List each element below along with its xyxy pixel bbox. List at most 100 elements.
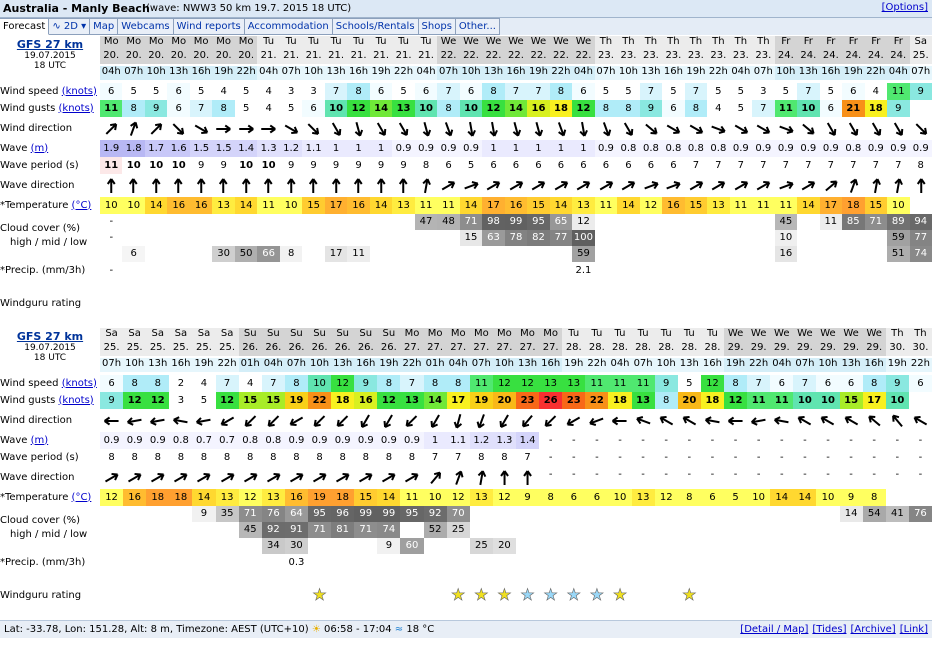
cloud-mid-cell <box>662 230 684 246</box>
cloud-low-cell <box>392 246 414 262</box>
cloud-low-cell: 30 <box>284 538 308 554</box>
wave-period-cell: - <box>664 452 669 463</box>
forecast-day: Tu <box>631 328 655 342</box>
wind-direction-arrow-icon <box>544 415 557 427</box>
forecast-hour: 19h <box>684 66 708 80</box>
wave-direction-arrow-icon <box>599 180 613 191</box>
cloud-mid-cell <box>280 230 302 246</box>
wind-direction-arrow-icon <box>127 417 142 426</box>
tab-schools-rentals[interactable]: Schools/Rentals <box>332 18 419 35</box>
cloud-high-cell <box>470 506 493 522</box>
cloud-mid-cell <box>167 230 189 246</box>
cloud-high-cell <box>516 506 539 522</box>
wave-cell: 0.8 <box>261 432 285 449</box>
wave-cell: - <box>908 432 932 449</box>
tab-forecast[interactable]: Forecast <box>0 18 50 35</box>
tab-other-[interactable]: Other... <box>455 18 500 35</box>
forecast-hour: 19h <box>724 358 748 372</box>
wind-gusts-cell: 20 <box>492 392 516 409</box>
temp-cell: 14 <box>797 197 820 214</box>
temp-cell: 10 <box>747 489 771 506</box>
footer-link[interactable]: [Link] <box>900 624 928 635</box>
wave-cell: 1.6 <box>167 140 190 157</box>
cloud-high-cell <box>280 214 302 230</box>
unit-link[interactable]: (knots) <box>62 378 97 389</box>
model-time: 18 UTC <box>33 353 67 363</box>
unit-link[interactable]: (m) <box>31 143 49 154</box>
row-label-wave_period: Wave period (s) <box>0 452 100 463</box>
cloud-mid-cell <box>437 230 459 246</box>
row-label-rating: Windguru rating <box>0 590 100 601</box>
wind-direction-arrow-icon <box>624 122 634 136</box>
cloud-mid-cell <box>863 522 886 538</box>
forecast-date: 29. <box>793 342 817 356</box>
cloud-mid-cell <box>585 522 608 538</box>
temp-cell: 18 <box>842 197 865 214</box>
forecast-date: 26. <box>354 342 378 356</box>
wave-cell: 1.5 <box>189 140 213 157</box>
forecast-day: Th <box>707 36 730 50</box>
cloud-mid-cell <box>840 522 863 538</box>
tab-accommodation[interactable]: Accommodation <box>244 18 333 35</box>
wave-cell: 1 <box>369 140 393 157</box>
sun-times: 06:58 - 17:04 <box>323 624 392 635</box>
model-name-link[interactable]: GFS 27 km <box>0 38 100 51</box>
wind-gusts-cell: 12 <box>347 100 370 117</box>
tab-webcams[interactable]: Webcams <box>118 18 174 35</box>
row-label-wind_gusts: Wind gusts (knots) <box>0 395 100 406</box>
wave-direction-arrow-icon <box>894 178 903 194</box>
wave-direction-arrow-icon <box>129 178 139 193</box>
forecast-hour: 19h <box>885 358 909 372</box>
forecast-date: 22. <box>549 50 573 64</box>
wind-direction-arrow-icon <box>522 414 533 428</box>
unit-link[interactable]: (°C) <box>72 200 92 211</box>
unit-link[interactable]: (m) <box>31 435 49 446</box>
wave-cell: - <box>631 432 655 449</box>
wave-period-cell: 7 <box>431 452 439 463</box>
wind-speed-cell: 4 <box>192 375 216 392</box>
forecast-hour: 07h <box>100 358 124 372</box>
wave-cell: 1.5 <box>212 140 235 157</box>
forecast-day: Tu <box>608 328 632 342</box>
unit-link[interactable]: (knots) <box>59 395 94 406</box>
forecast-date: 27. <box>423 342 447 356</box>
wave-cell: - <box>816 432 840 449</box>
options-link[interactable]: [Options] <box>882 2 928 13</box>
cloud-mid-cell <box>816 522 839 538</box>
tab-shops[interactable]: Shops <box>418 18 456 35</box>
wind-gusts-cell: 10 <box>414 100 438 117</box>
forecast-date: 25. <box>146 342 170 356</box>
cloud-label-2: high / mid / low <box>10 237 88 248</box>
model-name-link[interactable]: GFS 27 km <box>0 330 100 343</box>
cloud-low-cell <box>308 538 331 554</box>
tab-wind-reports[interactable]: Wind reports <box>173 18 245 35</box>
forecast-date: 24. <box>887 50 910 64</box>
forecast-hour: 19h <box>377 358 401 372</box>
precip-cell <box>842 263 864 279</box>
cloud-mid-cell <box>347 230 369 246</box>
wind-direction-arrow-icon <box>557 122 566 137</box>
unit-link[interactable]: (°C) <box>72 492 92 503</box>
unit-link[interactable]: (knots) <box>62 86 97 97</box>
forecast-hour: 22h <box>747 358 771 372</box>
row-label-text: *Temperature <box>0 199 69 211</box>
wave-direction-arrow-icon <box>219 178 228 193</box>
wave-period-cell: 10 <box>239 160 254 171</box>
row-label-text: Windguru rating <box>0 590 82 601</box>
footer-link[interactable]: [Tides] <box>812 624 846 635</box>
wind-direction-arrow-icon <box>194 124 209 135</box>
wave-cell: 0.8 <box>238 432 262 449</box>
footer-link[interactable]: [Detail / Map] <box>740 624 808 635</box>
forecast-hour: 04h <box>887 66 910 80</box>
tab-2d[interactable]: ∿ 2D ▾ <box>49 18 91 35</box>
forecast-hour: 07h <box>437 66 460 80</box>
cloud-high-cell: 99 <box>504 214 528 230</box>
wind-direction-arrow-icon <box>476 414 485 429</box>
unit-link[interactable]: (knots) <box>59 103 94 114</box>
forecast-day: Th <box>684 36 708 50</box>
cloud-low-cell <box>424 538 447 554</box>
footer-link[interactable]: [Archive] <box>850 624 895 635</box>
tab-map[interactable]: Map <box>90 18 119 35</box>
forecast-day: Tu <box>562 328 586 342</box>
forecast-hour: 22h <box>908 358 932 372</box>
